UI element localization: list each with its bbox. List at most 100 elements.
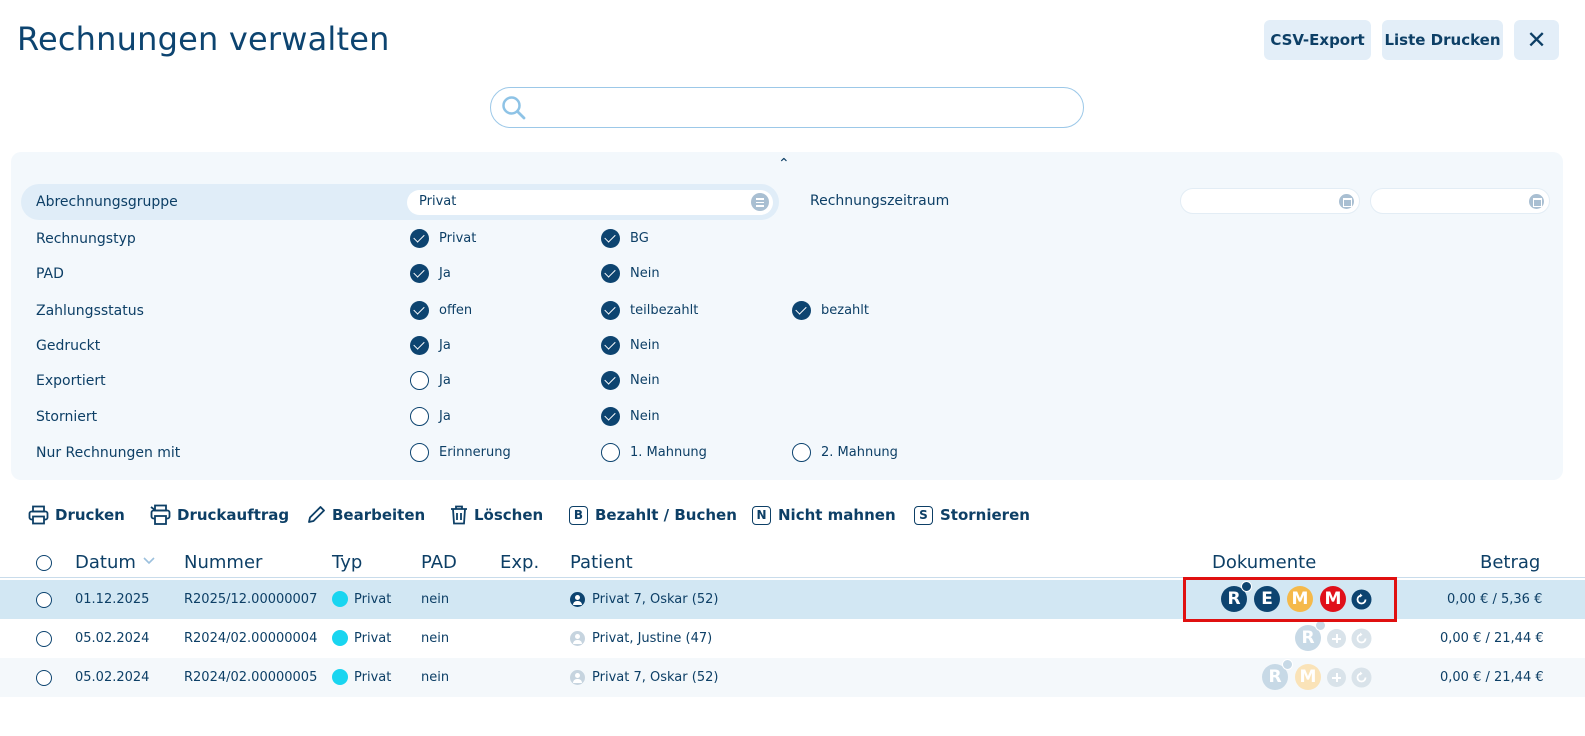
table-row[interactable]: 05.02.2024 R2024/02.00000004 Privat nein…	[0, 619, 1585, 658]
reminder-document-icon[interactable]: M	[1295, 664, 1321, 690]
row-checkbox[interactable]	[36, 631, 52, 647]
billing-group-select[interactable]: Privat	[407, 190, 773, 215]
filter-option-label[interactable]: offen	[439, 303, 472, 318]
search-input[interactable]	[490, 87, 1084, 128]
filter-checkbox[interactable]	[410, 443, 429, 462]
filter-checkbox[interactable]	[410, 229, 429, 248]
column-header-patient[interactable]: Patient	[570, 552, 633, 573]
filter-checkbox[interactable]	[792, 301, 811, 320]
invoice-document-icon[interactable]: R	[1262, 659, 1293, 690]
search-icon	[502, 96, 526, 120]
column-header-date[interactable]: Datum	[75, 552, 136, 573]
filter-option-label[interactable]: Ja	[439, 409, 451, 424]
row-date: 05.02.2024	[75, 670, 150, 685]
invoice-period-label: Rechnungszeitraum	[810, 193, 950, 209]
row-patient[interactable]: Privat, Justine (47)	[592, 631, 712, 646]
filter-checkbox[interactable]	[601, 336, 620, 355]
filter-option-label[interactable]: Erinnerung	[439, 445, 511, 460]
add-document-icon[interactable]	[1327, 629, 1346, 648]
filter-label-printed: Gedruckt	[36, 338, 101, 354]
filter-label-only-with: Nur Rechnungen mit	[36, 445, 181, 461]
column-header-amount[interactable]: Betrag	[1480, 552, 1540, 573]
filter-option-label[interactable]: Privat	[439, 231, 476, 246]
filter-option-label[interactable]: 1. Mahnung	[630, 445, 707, 460]
filter-option-label[interactable]: Nein	[630, 409, 660, 424]
column-header-documents: Dokumente	[1212, 552, 1317, 573]
no-dunning-button[interactable]: N Nicht mahnen	[752, 504, 896, 526]
print-button[interactable]: Drucken	[28, 504, 125, 526]
billing-group-label: Abrechnungsgruppe	[36, 194, 178, 210]
row-number: R2024/02.00000005	[184, 670, 318, 685]
delete-button[interactable]: Löschen	[450, 504, 543, 526]
filter-checkbox[interactable]	[410, 301, 429, 320]
column-header-exported[interactable]: Exp.	[500, 552, 539, 573]
filter-checkbox[interactable]	[601, 407, 620, 426]
row-amount: 0,00 € / 21,44 €	[1440, 631, 1544, 646]
filter-option-label[interactable]: Nein	[630, 338, 660, 353]
filter-option-label[interactable]: bezahlt	[821, 303, 869, 318]
filter-checkbox[interactable]	[601, 301, 620, 320]
filter-option-label[interactable]: Ja	[439, 338, 451, 353]
filter-checkbox[interactable]	[792, 443, 811, 462]
edit-label: Bearbeiten	[332, 506, 426, 524]
row-pad: nein	[421, 670, 450, 685]
select-all-checkbox[interactable]	[36, 555, 52, 571]
filter-option-label[interactable]: Nein	[630, 373, 660, 388]
table-row[interactable]: 05.02.2024 R2024/02.00000005 Privat nein…	[0, 658, 1585, 697]
filter-checkbox[interactable]	[410, 407, 429, 426]
calendar-icon[interactable]	[1339, 194, 1354, 209]
print-job-icon	[150, 504, 171, 525]
filter-checkbox[interactable]	[410, 371, 429, 390]
column-header-pad[interactable]: PAD	[421, 552, 457, 573]
print-list-button[interactable]: Liste Drucken	[1382, 20, 1503, 60]
refresh-icon[interactable]	[1351, 667, 1372, 688]
filter-option-label[interactable]: 2. Mahnung	[821, 445, 898, 460]
patient-icon	[570, 592, 585, 607]
row-patient[interactable]: Privat 7, Oskar (52)	[592, 670, 718, 685]
column-header-number[interactable]: Nummer	[184, 552, 262, 573]
filter-option-label[interactable]: teilbezahlt	[630, 303, 698, 318]
add-document-icon[interactable]	[1327, 668, 1346, 687]
period-from-input[interactable]	[1180, 188, 1360, 214]
invoice-document-icon[interactable]: R	[1295, 620, 1326, 651]
period-to-input[interactable]	[1370, 188, 1550, 214]
documents-highlight-box	[1183, 577, 1397, 622]
filter-checkbox[interactable]	[410, 336, 429, 355]
row-patient[interactable]: Privat 7, Oskar (52)	[592, 592, 718, 607]
row-pad: nein	[421, 631, 450, 646]
filter-option-label[interactable]: Ja	[439, 373, 451, 388]
filter-option-label[interactable]: Nein	[630, 266, 660, 281]
cancel-invoice-button[interactable]: S Stornieren	[914, 504, 1030, 526]
filter-checkbox[interactable]	[601, 229, 620, 248]
no-dunning-label: Nicht mahnen	[778, 506, 896, 524]
filter-checkbox[interactable]	[601, 371, 620, 390]
close-icon: ✕	[1526, 26, 1547, 54]
lock-icon	[1282, 659, 1293, 670]
csv-export-button[interactable]: CSV-Export	[1264, 20, 1371, 60]
row-type: Privat	[354, 631, 392, 646]
print-job-label: Druckauftrag	[177, 506, 290, 524]
calendar-icon[interactable]	[1529, 194, 1544, 209]
filter-checkbox[interactable]	[601, 443, 620, 462]
patient-icon	[570, 670, 585, 685]
filter-option-label[interactable]: Ja	[439, 266, 451, 281]
column-header-type[interactable]: Typ	[332, 552, 362, 573]
row-amount: 0,00 € / 21,44 €	[1440, 670, 1544, 685]
print-job-button[interactable]: Druckauftrag	[150, 504, 289, 526]
sort-down-icon[interactable]	[142, 554, 156, 566]
edit-button[interactable]: Bearbeiten	[306, 504, 425, 526]
filter-checkbox[interactable]	[410, 264, 429, 283]
refresh-icon[interactable]	[1351, 628, 1372, 649]
billing-group-value: Privat	[419, 194, 457, 209]
collapse-filter-icon[interactable]: ⌃	[778, 156, 790, 172]
patient-icon	[570, 631, 585, 646]
list-icon	[751, 193, 769, 211]
row-checkbox[interactable]	[36, 670, 52, 686]
row-checkbox[interactable]	[36, 592, 52, 608]
paid-book-button[interactable]: B Bezahlt / Buchen	[569, 504, 737, 526]
filter-option-label[interactable]: BG	[630, 231, 649, 246]
delete-label: Löschen	[474, 506, 544, 524]
filter-checkbox[interactable]	[601, 264, 620, 283]
close-button[interactable]: ✕	[1514, 20, 1559, 60]
type-dot-icon	[332, 630, 348, 646]
